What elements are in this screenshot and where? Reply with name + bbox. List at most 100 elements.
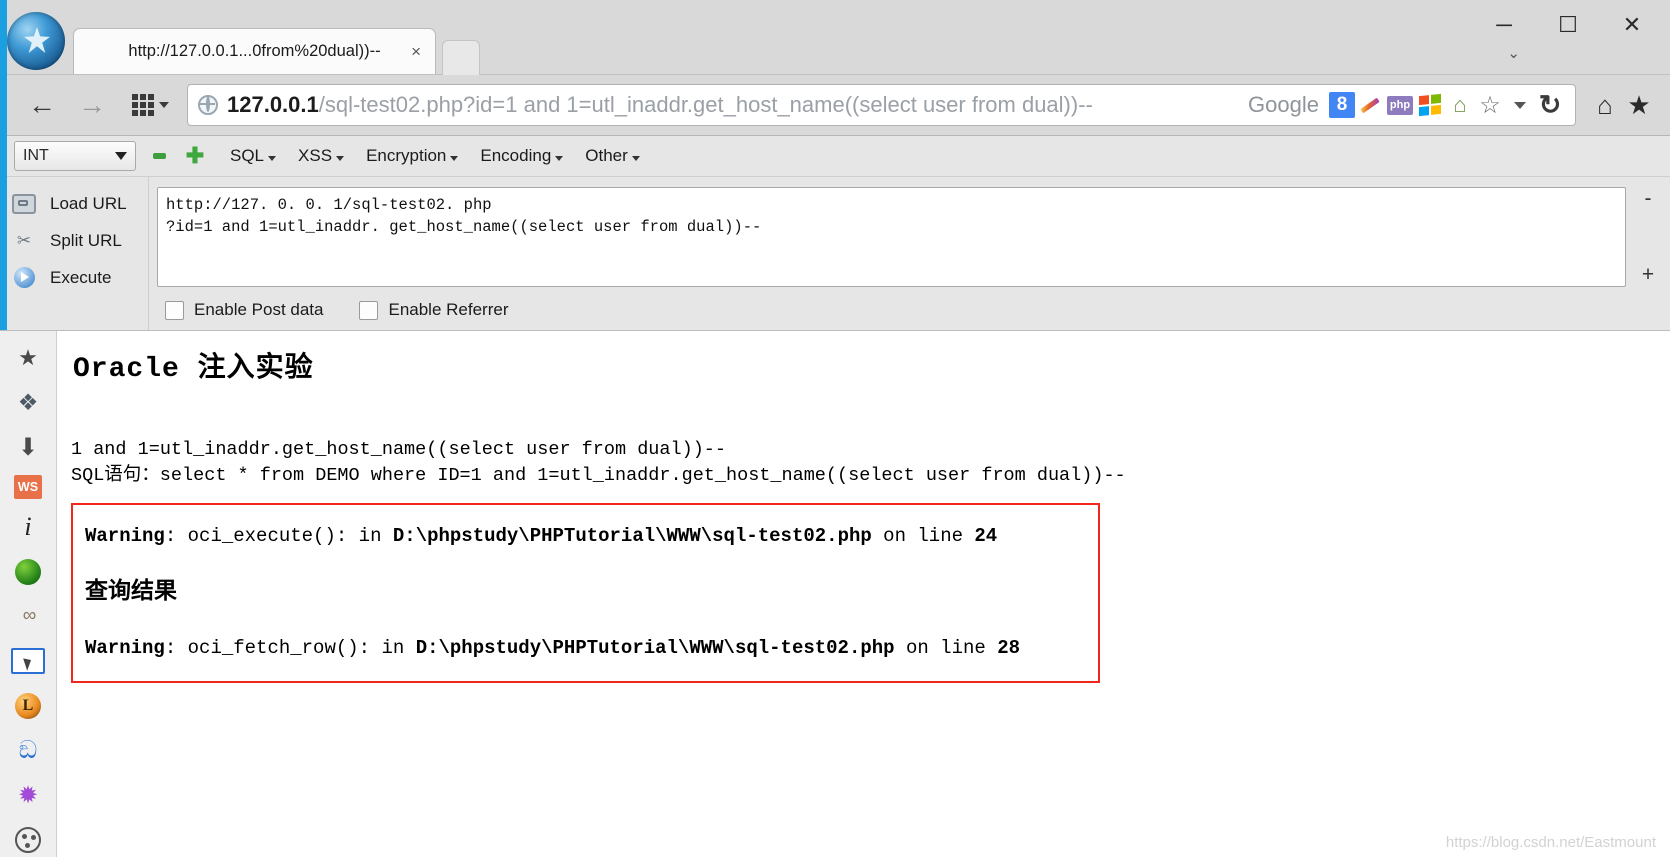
warning-2-online: on line xyxy=(894,637,998,659)
apps-grid-button[interactable] xyxy=(132,94,169,116)
window-maximize-button[interactable]: ☐ xyxy=(1536,0,1600,50)
hackbar-fields: http://127. 0. 0. 1/sql-test02. php ?id=… xyxy=(149,177,1670,330)
window-minimize-button[interactable]: ─ xyxy=(1472,0,1536,50)
warning-highlight-box: Warning: oci_execute(): in D:\phpstudy\P… xyxy=(71,503,1100,683)
bookmark-star-icon[interactable]: ☆ xyxy=(1475,91,1505,119)
chevron-down-icon xyxy=(450,155,459,161)
hackbar-grow-button[interactable]: + xyxy=(1642,263,1654,287)
hackbar-type-select[interactable]: INT xyxy=(14,141,136,171)
hackbar-panel: INT ✚ SQL XSS Encryption Encoding Other … xyxy=(0,136,1670,331)
colorzilla-pen-icon[interactable] xyxy=(1355,91,1385,119)
enable-post-data-label: Enable Post data xyxy=(194,300,324,319)
warning-2-prefix: Warning xyxy=(85,637,165,659)
new-tab-button[interactable] xyxy=(442,40,480,75)
tab-strip: http://127.0.0.1...0from%20dual))-- × ⌄ … xyxy=(0,0,1670,75)
vertical-addon-toolbar: ★ ❖ ⬇ WS i ∞ L ඞ ✹ xyxy=(0,331,57,857)
watermark-text: https://blog.csdn.net/Eastmount xyxy=(1445,834,1656,851)
url-host: 127.0.0.1 xyxy=(227,92,319,117)
chain-link-icon[interactable]: ∞ xyxy=(11,600,45,634)
hackbar-menu-other[interactable]: Other xyxy=(585,146,640,166)
downloads-icon[interactable]: ⬇ xyxy=(11,431,45,465)
hackbar-menu-other-label: Other xyxy=(585,146,628,165)
warning-message-1: Warning: oci_execute(): in D:\phpstudy\P… xyxy=(85,523,1086,549)
hackbar-menu-encryption-label: Encryption xyxy=(366,146,447,165)
tab-title: http://127.0.0.1...0from%20dual))-- xyxy=(128,42,381,60)
hackbar-action-list: Load URL ✂ Split URL Execute xyxy=(0,177,149,330)
google-badge-icon[interactable]: 8 xyxy=(1329,92,1355,118)
ws-websocket-icon[interactable]: WS xyxy=(14,475,42,500)
hackbar-menu-xss[interactable]: XSS xyxy=(298,146,345,166)
warning-2-in: : in xyxy=(358,637,416,659)
warning-1-prefix: Warning xyxy=(85,525,165,547)
address-bar[interactable]: 127.0.0.1/sql-test02.php?id=1 and 1=utl_… xyxy=(187,84,1576,126)
load-url-button[interactable]: Load URL xyxy=(0,185,148,222)
hackbar-shrink-button[interactable]: - xyxy=(1645,187,1652,211)
puzzle-addon-icon[interactable]: ❖ xyxy=(11,386,45,420)
hackbar-checkbox-row: Enable Post data Enable Referrer xyxy=(157,300,1670,320)
windows-logo-icon[interactable] xyxy=(1415,91,1445,119)
page-title: Oracle 注入实验 xyxy=(73,354,314,385)
apps-grid-icon xyxy=(132,94,154,116)
hackbar-menu-sql[interactable]: SQL xyxy=(230,146,277,166)
home-small-icon[interactable]: ⌂ xyxy=(1445,91,1475,119)
forward-button-icon[interactable]: → xyxy=(70,91,114,119)
blue-swirl-icon[interactable]: ඞ xyxy=(11,734,45,768)
home-button-icon[interactable]: ⌂ xyxy=(1590,90,1620,120)
warning-2-function: oci_fetch_row() xyxy=(187,637,359,659)
enable-post-data-checkbox[interactable]: Enable Post data xyxy=(165,300,323,320)
bookmark-star-icon[interactable]: ★ xyxy=(11,341,45,375)
warning-2-colon: : xyxy=(164,637,188,659)
user-agent-icon[interactable]: L xyxy=(11,689,45,723)
warning-1-function: oci_execute() xyxy=(187,525,336,547)
browser-tab[interactable]: http://127.0.0.1...0from%20dual))-- × xyxy=(73,28,436,74)
hackbar-remove-button[interactable] xyxy=(146,153,172,159)
hackbar-menu-encoding[interactable]: Encoding xyxy=(480,146,564,166)
tab-close-icon[interactable]: × xyxy=(411,43,421,60)
hackbar-url-textarea[interactable]: http://127. 0. 0. 1/sql-test02. php ?id=… xyxy=(157,187,1626,287)
hackbar-add-button[interactable]: ✚ xyxy=(182,145,208,167)
back-button-icon[interactable]: ← xyxy=(20,91,64,119)
chevron-down-icon xyxy=(336,155,345,161)
warning-2-linenum: 28 xyxy=(997,637,1021,659)
checkbox-box[interactable] xyxy=(359,300,379,320)
firefox-logo-icon xyxy=(7,12,65,70)
split-url-icon: ✂ xyxy=(16,230,32,250)
injected-payload-line: 1 and 1=utl_inaddr.get_host_name((select… xyxy=(71,439,727,460)
hackbar-resize-controls: - + xyxy=(1634,187,1662,287)
split-url-label: Split URL xyxy=(50,230,122,250)
chevron-down-icon xyxy=(555,155,564,161)
enable-referrer-checkbox[interactable]: Enable Referrer xyxy=(359,300,509,320)
search-engine-label[interactable]: Google xyxy=(1248,92,1319,118)
warning-2-path: D:\phpstudy\PHPTutorial\WWW\sql-test02.p… xyxy=(415,637,895,659)
php-addon-icon[interactable]: php xyxy=(1385,91,1415,119)
element-picker-icon[interactable] xyxy=(11,644,45,678)
color-palette-icon[interactable] xyxy=(11,823,45,857)
purple-virus-icon[interactable]: ✹ xyxy=(11,779,45,813)
hackbar-type-select-value: INT xyxy=(23,147,49,164)
execute-button[interactable]: Execute xyxy=(0,259,148,296)
result-heading: 查询结果 xyxy=(85,577,177,603)
bookmarks-button-icon[interactable]: ★ xyxy=(1624,90,1654,120)
dropdown-caret-icon[interactable] xyxy=(1505,91,1535,119)
window-controls: ─ ☐ ✕ xyxy=(1472,0,1664,50)
hackbar-menu-encryption[interactable]: Encryption xyxy=(366,146,459,166)
info-icon[interactable]: i xyxy=(11,510,45,544)
nav-right-buttons: ⌂ ★ xyxy=(1590,90,1670,120)
hackbar-menu-row: INT ✚ SQL XSS Encryption Encoding Other xyxy=(0,136,1670,176)
globe-icon xyxy=(198,95,218,115)
firebug-green-icon[interactable] xyxy=(11,555,45,589)
address-bar-text: 127.0.0.1/sql-test02.php?id=1 and 1=utl_… xyxy=(227,92,1236,118)
window-close-button[interactable]: ✕ xyxy=(1600,0,1664,50)
browser-window: http://127.0.0.1...0from%20dual))-- × ⌄ … xyxy=(0,0,1670,857)
execute-icon xyxy=(12,266,36,290)
web-page-content: Oracle 注入实验 1 and 1=utl_inaddr.get_host_… xyxy=(57,331,1670,857)
reload-icon[interactable]: ↻ xyxy=(1535,90,1565,120)
navigation-bar: ← → 127.0.0.1/sql-test02.php?id=1 and 1=… xyxy=(0,75,1670,136)
checkbox-box[interactable] xyxy=(165,300,184,320)
load-url-label: Load URL xyxy=(50,193,127,213)
enable-referrer-label: Enable Referrer xyxy=(388,300,509,319)
warning-1-linenum: 24 xyxy=(974,525,998,547)
warning-1-in: : in xyxy=(335,525,393,547)
chevron-down-icon xyxy=(268,155,277,161)
split-url-button[interactable]: ✂ Split URL xyxy=(0,222,148,259)
